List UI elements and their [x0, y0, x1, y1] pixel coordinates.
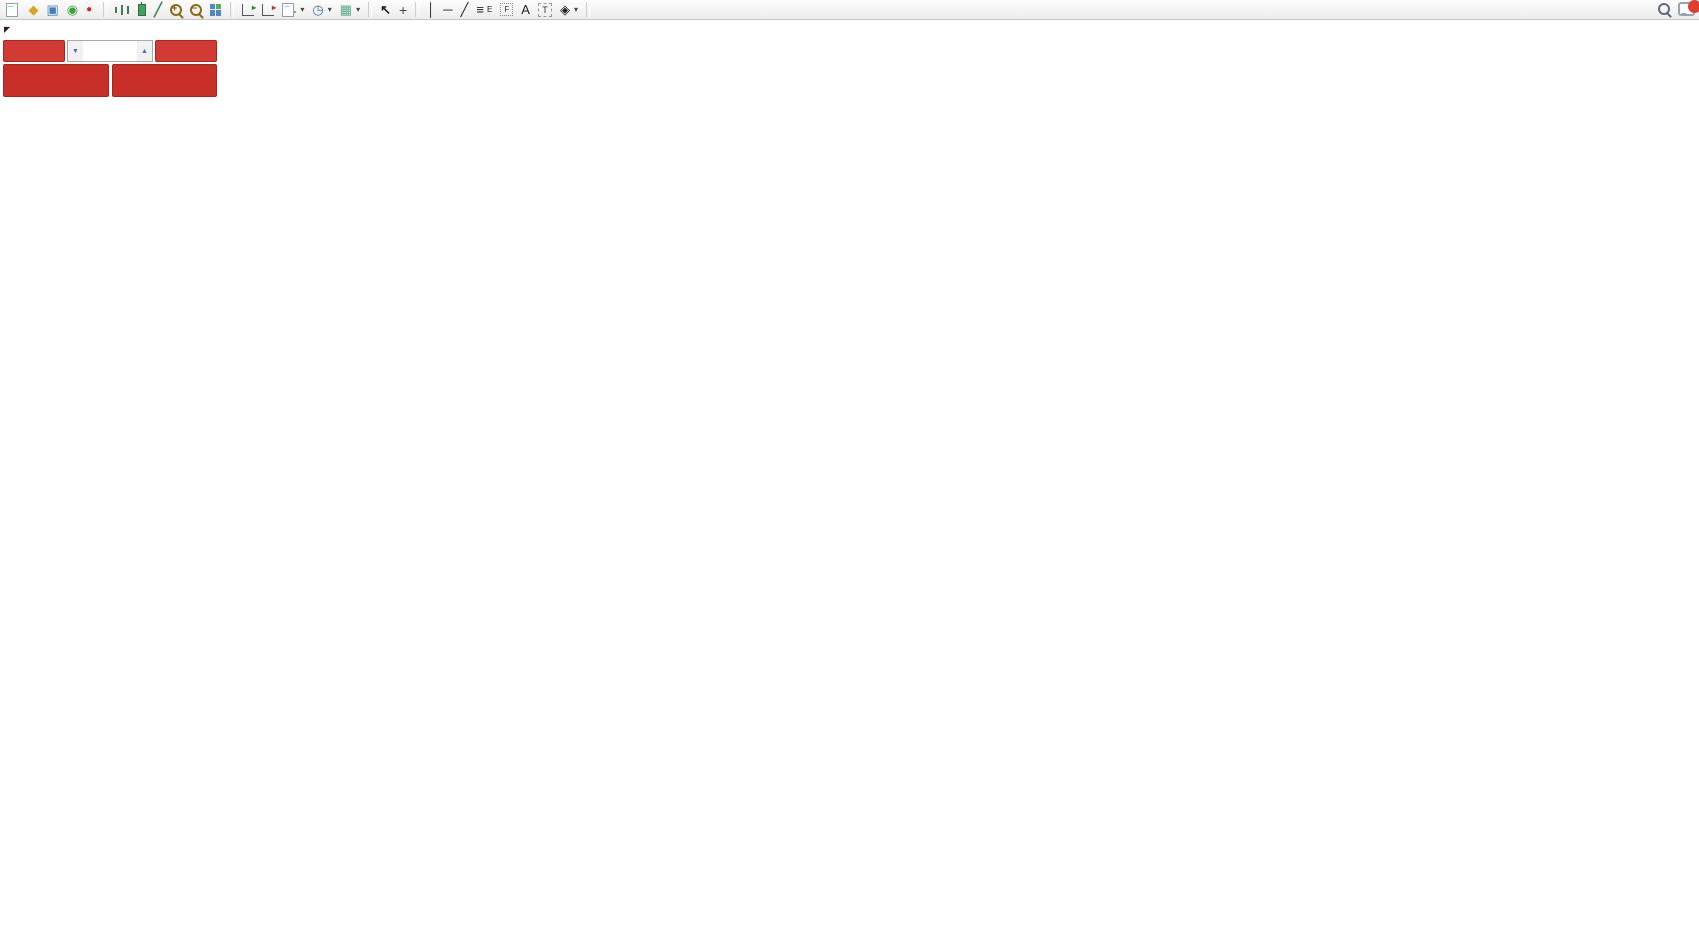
grid-tool-icon[interactable]: F: [496, 1, 517, 19]
cursor-icon[interactable]: ↖: [376, 1, 395, 19]
fibonacci-tool-icon[interactable]: ≡E: [472, 1, 496, 19]
autotrade-icon: ●: [86, 1, 92, 19]
shapes-tool-icon[interactable]: ◈▾: [556, 1, 582, 19]
toolbar-separator: [368, 2, 372, 17]
autotrade-button[interactable]: ●: [82, 1, 99, 19]
horizontal-line-tool-icon[interactable]: ─: [439, 1, 456, 19]
tile-windows-icon[interactable]: [206, 1, 226, 19]
time-axis[interactable]: [0, 919, 1699, 943]
periods-clock-button[interactable]: ◷▾: [308, 1, 335, 19]
zoom-out-icon[interactable]: −: [186, 1, 206, 19]
toolbar-separator: [103, 2, 107, 17]
buy-price-display[interactable]: [112, 64, 218, 97]
search-icon[interactable]: [1658, 3, 1670, 15]
signals-icon[interactable]: ▣: [42, 1, 62, 19]
crosshair-icon[interactable]: +: [395, 1, 411, 19]
template-button[interactable]: ▦▾: [336, 1, 364, 19]
market-icon[interactable]: ◆: [24, 1, 42, 19]
volume-value[interactable]: [83, 41, 137, 61]
toolbar-separator: [586, 2, 590, 17]
trendline-tool-icon[interactable]: ╱: [457, 1, 473, 19]
chart-shift-icon[interactable]: ▸: [258, 1, 278, 19]
line-chart-icon[interactable]: ╱: [150, 1, 166, 19]
zoom-in-icon[interactable]: +: [166, 1, 186, 19]
price-axis[interactable]: [1652, 20, 1699, 919]
candlestick-chart-icon[interactable]: [134, 1, 150, 19]
toolbar-separator: [230, 2, 234, 17]
new-chart-button[interactable]: +▾: [278, 1, 308, 19]
one-click-trading-panel: ▼ ▲: [3, 40, 217, 97]
bar-chart-icon[interactable]: [111, 1, 134, 19]
main-toolbar: + ◆ ▣ ◉ ● ╱ + − ▸ ▸ +▾ ◷▾ ▦▾ ↖ + │ ─ ╱ ≡…: [0, 0, 1699, 20]
chart-canvas[interactable]: [0, 0, 1699, 943]
vertical-line-tool-icon[interactable]: │: [423, 1, 439, 19]
text-tool-icon[interactable]: A: [517, 1, 534, 19]
text-label-tool-icon[interactable]: T: [534, 1, 556, 19]
notification-badge: [1688, 0, 1699, 13]
buy-button[interactable]: [155, 40, 217, 62]
sell-button[interactable]: [3, 40, 65, 62]
new-order-icon: +: [6, 2, 17, 17]
volume-stepper: ▼ ▲: [67, 40, 153, 62]
auto-arrange-icon[interactable]: ▸: [238, 1, 258, 19]
chart-title: [14, 22, 17, 34]
symbol-marker-icon: ◤: [4, 25, 10, 34]
new-order-button[interactable]: +: [2, 1, 24, 19]
volume-up-icon[interactable]: ▲: [137, 41, 152, 61]
volume-down-icon[interactable]: ▼: [68, 41, 83, 61]
vps-icon[interactable]: ◉: [63, 1, 82, 19]
chat-icon[interactable]: [1678, 2, 1695, 16]
sell-price-display[interactable]: [3, 64, 109, 97]
toolbar-separator: [415, 2, 419, 17]
